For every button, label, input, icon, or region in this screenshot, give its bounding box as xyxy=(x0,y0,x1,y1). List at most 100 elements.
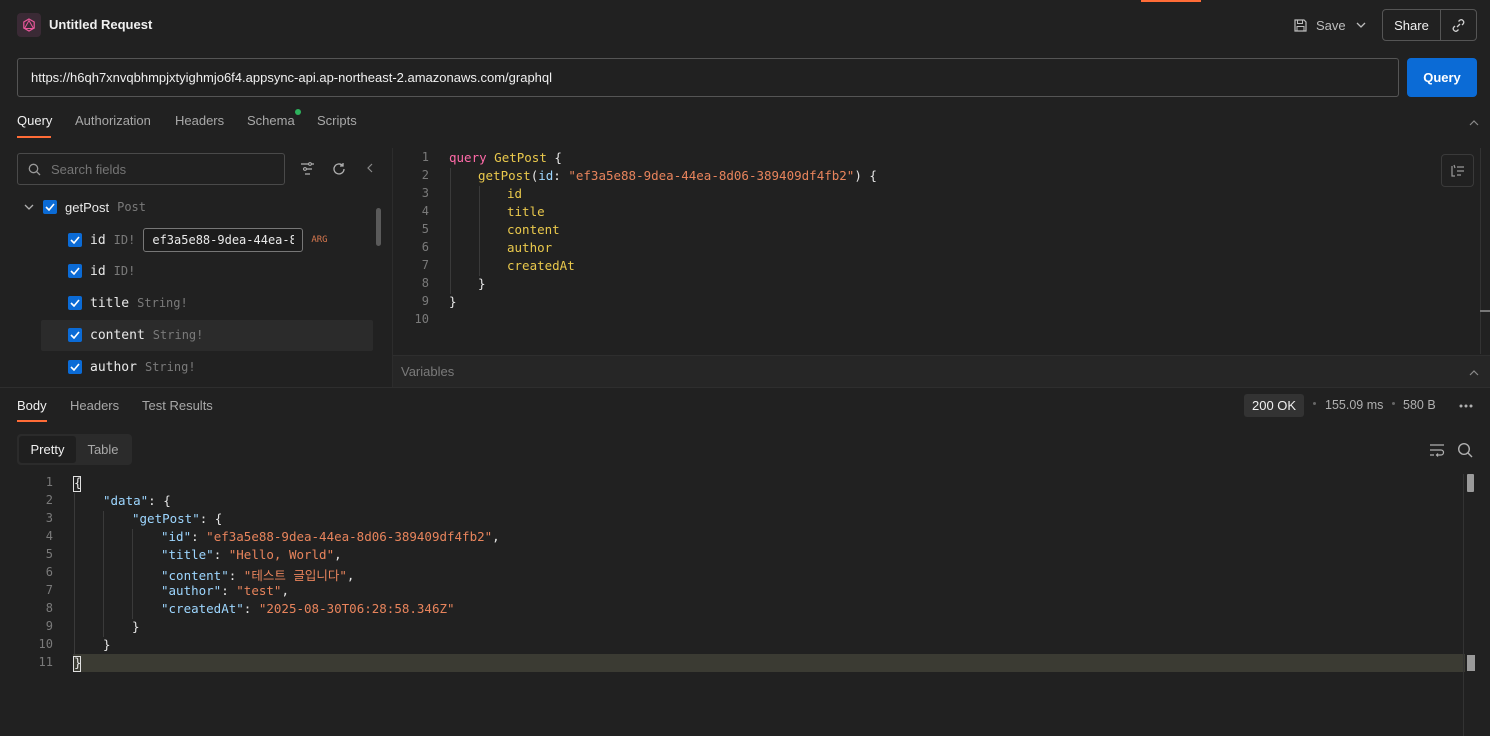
json-line-content: "content": "테스트 글입니다", xyxy=(161,568,355,583)
brace: } xyxy=(449,294,457,309)
chevron-down-icon[interactable] xyxy=(23,201,35,213)
tab-query[interactable]: Query xyxy=(17,113,52,128)
graphql-icon xyxy=(17,13,41,37)
search-fields-input[interactable] xyxy=(51,161,251,177)
view-mode-toggle: Pretty Table xyxy=(17,434,132,465)
checkbox[interactable] xyxy=(68,296,82,310)
selected-field: author xyxy=(507,240,553,255)
refresh-icon[interactable] xyxy=(329,159,349,179)
json-brace: } xyxy=(132,619,140,634)
json-value: "test" xyxy=(236,583,282,598)
bracket-match-marker xyxy=(73,476,81,492)
pane-divider[interactable] xyxy=(0,387,1490,388)
brace: { xyxy=(869,168,877,183)
explorer-scrollbar[interactable] xyxy=(376,208,381,246)
tab-active-underline xyxy=(17,136,51,138)
field-type: String! xyxy=(137,296,188,310)
response-scrollbar-thumb[interactable] xyxy=(1467,474,1474,492)
line-number: 5 xyxy=(421,222,429,236)
search-icon xyxy=(28,163,41,175)
response-tab-headers[interactable]: Headers xyxy=(70,398,119,413)
code-line-1: query GetPost { xyxy=(449,150,562,165)
panel-divider[interactable] xyxy=(392,148,393,388)
prettify-icon[interactable] xyxy=(1441,154,1474,187)
line-number: 2 xyxy=(421,168,429,182)
url-input[interactable] xyxy=(17,58,1399,97)
bracket-match-marker xyxy=(73,656,81,672)
tab-authorization[interactable]: Authorization xyxy=(75,113,151,128)
json-brace: { xyxy=(163,493,171,508)
collapse-explorer-chevron-left-icon[interactable] xyxy=(360,158,380,178)
save-button[interactable]: Save xyxy=(1287,12,1352,38)
wrap-lines-icon[interactable] xyxy=(1427,440,1447,460)
query-send-button[interactable]: Query xyxy=(1407,58,1477,97)
field-call: getPost xyxy=(478,168,531,183)
current-line-highlight xyxy=(73,654,1465,672)
tree-row-field-content[interactable]: content String! xyxy=(68,324,203,346)
tab-schema[interactable]: Schema xyxy=(247,113,295,128)
response-size[interactable]: 580 B xyxy=(1403,398,1436,412)
tree-row-getpost[interactable]: getPost Post xyxy=(23,196,146,218)
tree-row-field-author[interactable]: author String! xyxy=(68,356,196,378)
json-value: "ef3a5e88-9dea-44ea-8d06-389409df4fb2" xyxy=(206,529,493,544)
save-icon xyxy=(1294,18,1307,32)
schema-status-dot xyxy=(295,109,301,115)
tree-row-arg-id[interactable]: id ID! ARG xyxy=(68,228,328,252)
json-key: "title" xyxy=(161,547,214,562)
collapse-chevron-up-icon[interactable] xyxy=(1469,114,1479,129)
copy-link-icon[interactable] xyxy=(1441,10,1476,40)
search-fields-box xyxy=(17,153,285,185)
save-options-chevron-down-icon[interactable] xyxy=(1351,15,1371,35)
variables-chevron-up-icon[interactable] xyxy=(1469,364,1479,379)
tab-headers[interactable]: Headers xyxy=(175,113,224,128)
more-options-icon[interactable] xyxy=(1456,396,1476,416)
pretty-view-button[interactable]: Pretty xyxy=(19,436,76,463)
json-line-createdat: "createdAt": "2025-08-30T06:28:58.346Z" xyxy=(161,601,455,616)
json-key: "data" xyxy=(103,493,149,508)
tree-row-field-title[interactable]: title String! xyxy=(68,292,188,314)
indent-guide xyxy=(74,493,75,655)
checkbox[interactable] xyxy=(43,200,57,214)
json-brace: } xyxy=(103,637,111,652)
response-tab-test-results[interactable]: Test Results xyxy=(142,398,213,413)
line-number: 7 xyxy=(421,258,429,272)
response-tab-body[interactable]: Body xyxy=(17,398,47,413)
field-name: content xyxy=(90,327,145,343)
request-title[interactable]: Untitled Request xyxy=(49,17,152,32)
response-tab-underline xyxy=(17,420,47,422)
line-number: 4 xyxy=(421,204,429,218)
field-type: ID! xyxy=(113,264,136,278)
tab-scripts[interactable]: Scripts xyxy=(317,113,357,128)
arg-value-input[interactable] xyxy=(143,228,304,252)
checkbox[interactable] xyxy=(68,360,82,374)
checkbox[interactable] xyxy=(68,264,82,278)
checkbox[interactable] xyxy=(68,233,82,247)
status-badge[interactable]: 200 OK xyxy=(1244,394,1305,417)
json-line-getpost: "getPost": { xyxy=(132,511,223,526)
selected-field: content xyxy=(507,222,560,237)
line-number: 5 xyxy=(45,547,53,561)
json-key: "getPost" xyxy=(132,511,200,526)
field-name: author xyxy=(90,359,137,375)
table-view-button[interactable]: Table xyxy=(76,436,130,463)
json-line-author: "author": "test", xyxy=(161,583,289,598)
selected-field: title xyxy=(507,204,545,219)
filter-icon[interactable] xyxy=(297,159,317,179)
tree-row-field-id[interactable]: id ID! xyxy=(68,260,135,282)
line-number: 4 xyxy=(45,529,53,543)
selected-field: id xyxy=(507,186,523,201)
response-time[interactable]: 155.09 ms xyxy=(1325,398,1383,412)
arg-name: id xyxy=(538,168,554,183)
variables-section-header[interactable]: Variables xyxy=(393,355,1490,387)
line-number: 3 xyxy=(45,511,53,525)
selected-field: createdAt xyxy=(507,258,575,273)
json-value: "테스트 글입니다" xyxy=(243,568,347,583)
indent-guide xyxy=(479,186,480,276)
field-name: title xyxy=(90,295,130,311)
checkbox[interactable] xyxy=(68,328,82,342)
field-name: id xyxy=(90,232,106,248)
line-number: 2 xyxy=(45,493,53,507)
share-button[interactable]: Share xyxy=(1383,10,1441,40)
search-response-icon[interactable] xyxy=(1455,440,1475,460)
field-type: String! xyxy=(152,328,204,342)
